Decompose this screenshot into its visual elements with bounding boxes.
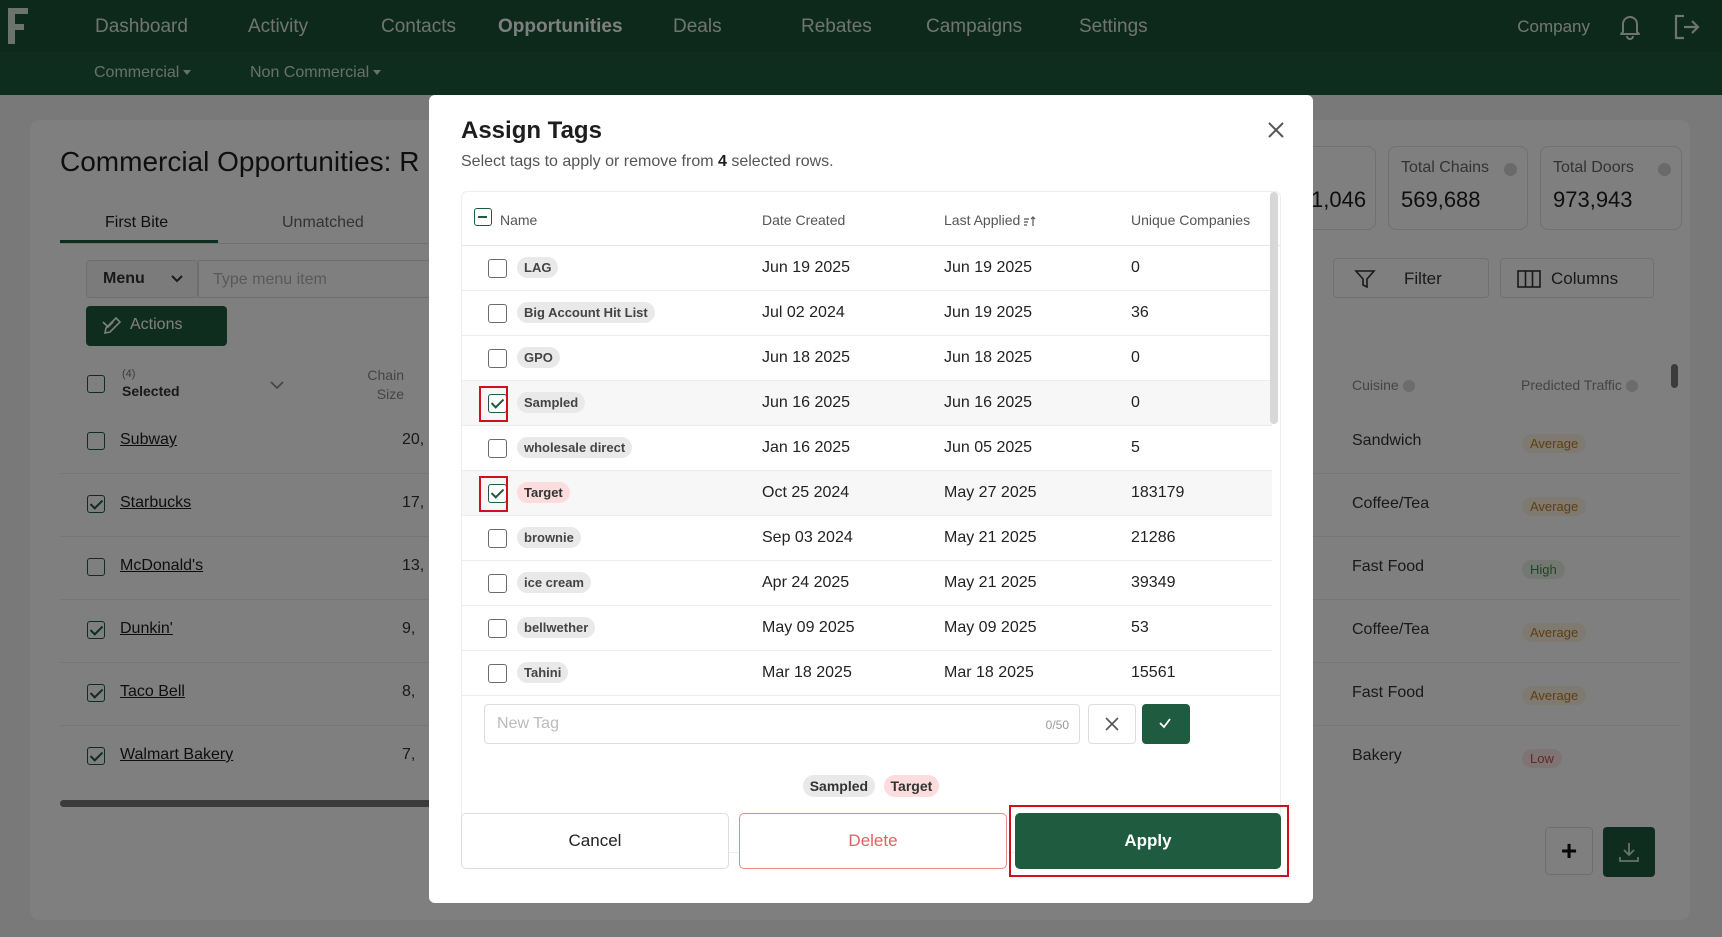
tag-date-created: Sep 03 2024 (762, 529, 853, 546)
tag-last-applied: Jun 19 2025 (944, 304, 1033, 321)
tag-last-applied: Jun 18 2025 (944, 349, 1033, 366)
tag-row[interactable]: Tahini Mar 18 2025 Mar 18 2025 15561 (462, 651, 1272, 696)
tag-row[interactable]: Sampled Jun 16 2025 Jun 16 2025 0 (462, 381, 1272, 426)
tag-unique-companies: 21286 (1131, 529, 1176, 546)
tags-scrollbar[interactable] (1270, 192, 1278, 424)
tag-date-created: Jan 16 2025 (762, 439, 851, 456)
tag-last-applied: Jun 16 2025 (944, 394, 1033, 411)
new-tag-cancel-button[interactable] (1088, 704, 1136, 744)
tag-unique-companies: 53 (1131, 619, 1149, 636)
tag-row[interactable]: GPO Jun 18 2025 Jun 18 2025 0 (462, 336, 1272, 381)
new-tag-input[interactable]: New Tag 0/50 (484, 704, 1080, 744)
modal-title: Assign Tags (461, 117, 602, 144)
tag-chip: Target (517, 482, 570, 503)
col-header-unique-companies[interactable]: Unique Companies (1131, 212, 1250, 228)
highlight-box (479, 386, 508, 422)
tag-date-created: Apr 24 2025 (762, 574, 850, 591)
tag-last-applied: May 09 2025 (944, 619, 1037, 636)
tag-checkbox[interactable] (488, 574, 507, 593)
tag-chip: wholesale direct (517, 437, 633, 458)
selected-tags: Sampled Target (429, 775, 1313, 797)
char-count: 0/50 (1045, 718, 1069, 732)
tag-date-created: Mar 18 2025 (762, 664, 852, 681)
tag-unique-companies: 0 (1131, 394, 1140, 411)
tag-checkbox[interactable] (488, 664, 507, 683)
tag-unique-companies: 5 (1131, 439, 1140, 456)
new-tag-row: New Tag 0/50 (462, 695, 1280, 751)
delete-button[interactable]: Delete (739, 813, 1007, 869)
tag-last-applied: May 27 2025 (944, 484, 1037, 501)
tag-chip: bellwether (517, 617, 596, 638)
tag-date-created: Jul 02 2024 (762, 304, 845, 321)
tags-table: Name Date Created Last Applied Unique Co… (461, 191, 1281, 853)
tag-date-created: May 09 2025 (762, 619, 855, 636)
tag-checkbox[interactable] (488, 439, 507, 458)
assign-tags-modal: Assign Tags Select tags to apply or remo… (429, 95, 1313, 903)
select-all-tags-checkbox[interactable] (474, 208, 492, 226)
close-icon[interactable] (1265, 119, 1287, 141)
tag-checkbox[interactable] (488, 349, 507, 368)
sort-icon (1024, 216, 1036, 227)
tag-last-applied: Jun 05 2025 (944, 439, 1033, 456)
tag-date-created: Jun 18 2025 (762, 349, 851, 366)
tag-checkbox[interactable] (488, 259, 507, 278)
tag-chip: GPO (517, 347, 560, 368)
tag-unique-companies: 183179 (1131, 484, 1185, 501)
tag-checkbox[interactable] (488, 304, 507, 323)
tag-row[interactable]: brownie Sep 03 2024 May 21 2025 21286 (462, 516, 1272, 561)
new-tag-confirm-button[interactable] (1142, 704, 1190, 744)
modal-subtitle: Select tags to apply or remove from 4 se… (461, 153, 834, 170)
tag-last-applied: May 21 2025 (944, 574, 1037, 591)
tag-unique-companies: 0 (1131, 259, 1140, 276)
selected-tag-chip: Sampled (802, 775, 876, 797)
tag-chip: Sampled (517, 392, 586, 413)
tag-row[interactable]: ice cream Apr 24 2025 May 21 2025 39349 (462, 561, 1272, 606)
tag-row[interactable]: Target Oct 25 2024 May 27 2025 183179 (462, 471, 1272, 516)
tag-checkbox[interactable] (488, 529, 507, 548)
tag-last-applied: May 21 2025 (944, 529, 1037, 546)
tag-checkbox[interactable] (488, 619, 507, 638)
tag-last-applied: Mar 18 2025 (944, 664, 1034, 681)
tag-date-created: Oct 25 2024 (762, 484, 850, 501)
col-header-name[interactable]: Name (500, 212, 537, 228)
tag-unique-companies: 0 (1131, 349, 1140, 366)
tag-chip: Big Account Hit List (517, 302, 655, 323)
highlight-box (479, 476, 508, 512)
tag-chip: LAG (517, 257, 559, 278)
tag-date-created: Jun 16 2025 (762, 394, 851, 411)
tag-unique-companies: 15561 (1131, 664, 1176, 681)
tag-row[interactable]: wholesale direct Jan 16 2025 Jun 05 2025… (462, 426, 1272, 471)
tag-unique-companies: 36 (1131, 304, 1149, 321)
selected-tag-chip: Target (883, 775, 940, 797)
cancel-button[interactable]: Cancel (461, 813, 729, 869)
tag-chip: Tahini (517, 662, 569, 683)
check-icon (1159, 718, 1171, 729)
tag-row[interactable]: LAG Jun 19 2025 Jun 19 2025 0 (462, 246, 1272, 291)
tag-date-created: Jun 19 2025 (762, 259, 851, 276)
tag-chip: brownie (517, 527, 581, 548)
col-header-date-created[interactable]: Date Created (762, 212, 845, 228)
highlight-box (1009, 805, 1289, 877)
close-icon (1105, 717, 1119, 731)
col-header-last-applied[interactable]: Last Applied (944, 212, 1036, 228)
tag-row[interactable]: bellwether May 09 2025 May 09 2025 53 (462, 606, 1272, 651)
tag-row[interactable]: Big Account Hit List Jul 02 2024 Jun 19 … (462, 291, 1272, 336)
tag-unique-companies: 39349 (1131, 574, 1176, 591)
indeterminate-mark (478, 215, 487, 218)
tag-chip: ice cream (517, 572, 591, 593)
tag-last-applied: Jun 19 2025 (944, 259, 1033, 276)
